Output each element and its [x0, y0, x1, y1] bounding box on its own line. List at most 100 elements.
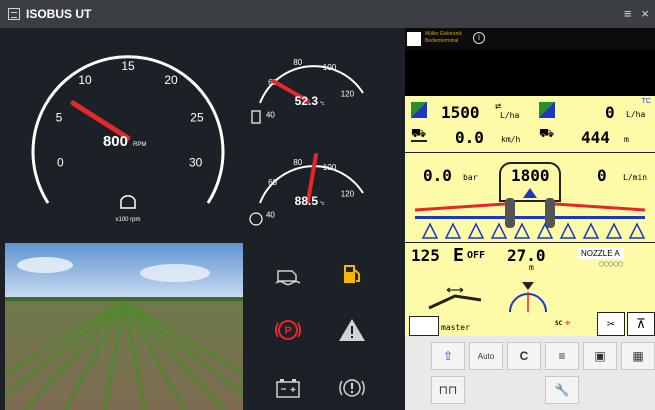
- nozzle-section: [467, 222, 485, 239]
- master-label: master: [441, 323, 470, 332]
- gps-icon: ⌖: [565, 318, 571, 329]
- oil-temp-icon: [251, 110, 261, 124]
- title-bar: ISOBUS UT ≡ ×: [0, 0, 655, 28]
- boom-height-gauge: [509, 282, 547, 313]
- window-title: ISOBUS UT: [26, 7, 92, 21]
- coolant-level-icon: [268, 254, 308, 294]
- height-value: 27.0: [507, 246, 546, 265]
- target-rate-unit: L/ha: [500, 111, 520, 120]
- rpm-tick-label: 10: [78, 73, 92, 87]
- sc-label: SC: [555, 320, 563, 327]
- vt-header: Müller Elektronik Bedienterminal i: [405, 28, 655, 50]
- area-value: 444: [581, 128, 610, 147]
- camera-view: [5, 243, 243, 410]
- softkey-sections-icon[interactable]: ≡: [545, 342, 579, 370]
- virtual-terminal: Müller Elektronik Bedienterminal i TC 15…: [405, 28, 655, 410]
- engine-icon: [120, 195, 136, 209]
- nozzle-section: [628, 222, 646, 239]
- oil-tick-label: 80: [293, 158, 302, 167]
- rpm-tick-label: 30: [189, 156, 203, 170]
- tractor-speed-icon: ⛟: [411, 126, 427, 142]
- battery-icon: [268, 368, 308, 408]
- speed-value: 0.0: [455, 128, 484, 147]
- softkey-panel: ⇧ Auto C ≡ ▣ ▦ ⊓⊓ 🔧: [405, 336, 655, 410]
- brake-warning-icon: [332, 368, 372, 408]
- vendor-subtitle: Bedienterminal: [425, 38, 459, 44]
- thermometer-icon: [249, 212, 263, 226]
- fuel-icon: [332, 254, 372, 294]
- rpm-gauge: 0 5 10 15 20 25 30 800 RPM x100 rpm: [31, 55, 225, 223]
- coolant-temp-gauge: 406080100120 52.3 °c: [251, 58, 364, 124]
- scroll-updown-button[interactable]: [409, 316, 439, 336]
- nozzle-label[interactable]: NOZZLE A: [577, 248, 624, 259]
- e-label: E: [453, 245, 464, 266]
- warning-icon: [332, 310, 372, 350]
- svg-text:P: P: [284, 325, 291, 337]
- rpm-tick-label: 5: [56, 110, 63, 124]
- nozzle-section: [444, 222, 462, 239]
- parking-brake-icon: P: [268, 310, 308, 350]
- nozzle-section: [421, 222, 439, 239]
- nozzle-dots-icon: ○○○○○: [599, 259, 624, 268]
- oil-tick-label: 120: [341, 190, 355, 199]
- coolant-unit: °c: [320, 101, 325, 107]
- speed-unit: km/h: [501, 135, 521, 144]
- softkey-nozzles-icon[interactable]: ⊓⊓: [431, 376, 465, 404]
- target-rate-icon: [411, 102, 427, 118]
- nozzle-section: [513, 222, 531, 239]
- tc-label: TC: [641, 98, 651, 105]
- pressure-value: 0.0: [423, 166, 452, 185]
- oil-value: 88.5: [295, 194, 319, 208]
- actual-rate-value: 0: [605, 103, 615, 122]
- menu-icon[interactable]: ≡: [624, 6, 632, 21]
- vendor-name: Müller Elektronik: [425, 31, 462, 37]
- nozzle-section: [490, 222, 508, 239]
- softkey-wrench-icon[interactable]: 🔧: [545, 376, 579, 404]
- sprayer-screen: TC 1500 ⇄ L/ha 0 L/ha ⛟ 0.0 km/h ⛟ 444 m…: [405, 96, 655, 336]
- rpm-unit: RPM: [133, 142, 146, 148]
- rpm-scale-label: x100 rpm: [115, 217, 140, 223]
- vendor-logo-icon: [407, 32, 421, 46]
- target-rate-value: 1500: [441, 103, 480, 122]
- softkey-calibration-icon[interactable]: C: [507, 342, 541, 370]
- softkey-boom-up-icon[interactable]: ⇧: [431, 342, 465, 370]
- softkey-tank-icon[interactable]: ▣: [583, 342, 617, 370]
- window-controls: ≡ ×: [624, 6, 649, 21]
- section-value: 125: [411, 246, 440, 265]
- coolant-tick-label: 120: [341, 90, 355, 99]
- rpm-tick-label: 25: [190, 110, 204, 124]
- rpm-tick-label: 15: [121, 59, 135, 73]
- coolant-tick-label: 80: [293, 58, 302, 67]
- flow-unit: L/min: [623, 173, 648, 182]
- rpm-tick-label: 20: [164, 73, 178, 87]
- close-icon[interactable]: ×: [641, 6, 649, 21]
- softkey-auto-icon[interactable]: Auto: [469, 342, 503, 370]
- tank-value: 1800: [511, 166, 550, 185]
- tank-level-icon: [523, 188, 537, 198]
- scissors-button[interactable]: ✂: [597, 312, 625, 336]
- height-unit: m: [529, 263, 534, 272]
- rpm-tick-label: 0: [57, 156, 64, 170]
- e-status: OFF: [467, 250, 486, 261]
- area-icon: ⛟: [539, 126, 555, 140]
- boom-fold-button[interactable]: ⊼: [627, 312, 655, 336]
- oil-tick-label: 40: [266, 210, 275, 219]
- nozzle-section: [559, 222, 577, 239]
- nozzle-section: [605, 222, 623, 239]
- app-icon: [8, 8, 20, 20]
- info-icon[interactable]: i: [473, 32, 485, 44]
- actual-rate-unit: L/ha: [626, 110, 646, 119]
- nozzle-section: [582, 222, 600, 239]
- boom-tilt-icon: [428, 287, 482, 310]
- rpm-value: 800: [103, 133, 128, 150]
- oil-tick-label: 60: [268, 178, 277, 187]
- coolant-tick-label: 100: [323, 63, 337, 72]
- actual-rate-icon: [539, 102, 555, 118]
- area-unit: m: [624, 135, 629, 144]
- softkey-settings-icon[interactable]: ▦: [621, 342, 655, 370]
- pressure-unit: bar: [463, 173, 478, 182]
- oil-temp-gauge: 40 60 80 100 120 88.5 °c: [249, 153, 364, 226]
- boom-sections: [414, 198, 646, 239]
- flow-value: 0: [597, 166, 607, 185]
- coolant-tick-label: 40: [266, 110, 275, 119]
